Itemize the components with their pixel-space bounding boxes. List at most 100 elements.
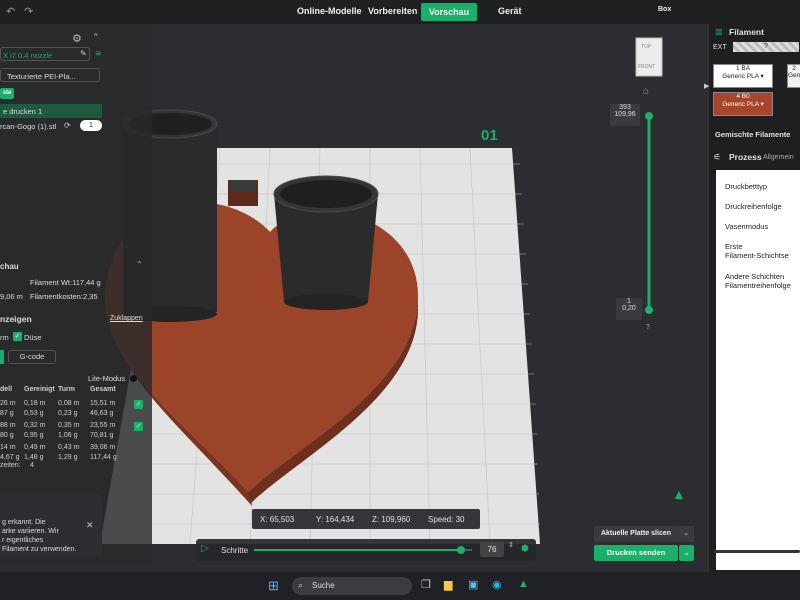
table-cell: 4,67 g xyxy=(0,454,20,461)
list-button[interactable]: ste xyxy=(0,88,14,99)
lite-mode-label: Lite-Modus xyxy=(88,374,126,383)
display-title: nzeigen xyxy=(0,314,32,324)
settings-icon[interactable]: ⟳ xyxy=(64,121,71,130)
table-cell: 0,18 m xyxy=(24,400,46,407)
help-icon[interactable]: ? xyxy=(646,324,650,331)
table-cell: 0,23 g xyxy=(58,410,78,417)
filament-cost: Filamentkosten:2,35 xyxy=(30,292,98,301)
filament-slot[interactable]: 2Generic xyxy=(787,64,800,88)
preview-title: chau xyxy=(0,262,19,271)
row-checkbox[interactable]: ✓ xyxy=(134,400,143,409)
table-header: Gesamt xyxy=(90,386,116,393)
settings-gear-icon[interactable]: ⚙ xyxy=(72,32,82,45)
search-icon: ⌕ xyxy=(298,580,304,590)
tab-indicator[interactable] xyxy=(0,350,4,364)
layer-top-height: 109,96 xyxy=(614,111,636,118)
print-dropdown-icon[interactable]: ⌄ xyxy=(679,545,694,561)
object-file-name[interactable]: rcan-Gogo (1).stl xyxy=(0,122,56,131)
play-icon[interactable]: ▷ xyxy=(201,543,209,554)
table-header: Turm xyxy=(58,386,75,393)
bambu-studio-icon[interactable]: ▲ xyxy=(518,578,529,590)
view-front-label[interactable]: FRONT xyxy=(638,64,655,70)
step-stepper-icon[interactable]: ⇕ xyxy=(508,541,514,549)
object-row-selected[interactable]: e drucken 1 xyxy=(0,104,102,118)
notice-line: r eigentliches xyxy=(2,537,44,544)
collapse-icon[interactable]: ⌃ xyxy=(136,260,143,269)
table-cell: 23,55 m xyxy=(90,422,116,429)
top-bar: ↶ ↷ Online-Modelle Vorbereiten Vorschau … xyxy=(0,0,800,24)
tab-geraet[interactable]: Gerät xyxy=(498,6,522,16)
file-explorer-icon[interactable]: ▆ xyxy=(444,578,452,591)
send-print-button[interactable]: Drucken senden xyxy=(594,545,678,561)
filament-weight: Filament Wt:117,44 g xyxy=(30,278,101,287)
expand-arrow-icon[interactable]: ▶ xyxy=(704,82,709,90)
process-tab[interactable]: Allgemein xyxy=(763,154,794,161)
nozzle-checkbox[interactable]: ✓ xyxy=(13,332,22,341)
edit-printer-icon[interactable]: ✎ xyxy=(80,49,87,58)
scrollbar[interactable] xyxy=(714,550,800,553)
box-label[interactable]: Box xyxy=(658,6,671,13)
tab-vorbereiten[interactable]: Vorbereiten xyxy=(368,6,417,16)
step-slider-fill xyxy=(254,549,462,551)
table-cell: 0,32 m xyxy=(24,422,46,429)
view-top-label[interactable]: TOP xyxy=(641,44,651,50)
store-icon[interactable]: ▣ xyxy=(468,578,478,591)
row-checkbox[interactable]: ✓ xyxy=(134,422,143,431)
shield-icon[interactable]: ⬢ xyxy=(521,543,529,554)
table-cell: 0,35 m xyxy=(58,422,80,429)
step-slider-knob[interactable] xyxy=(457,546,466,554)
task-view-icon[interactable]: ❐ xyxy=(421,578,431,591)
notice-line: arke variieren. Wir xyxy=(2,528,59,535)
redo-icon[interactable]: ↷ xyxy=(24,5,33,18)
nozzle-checkbox-label: Düse xyxy=(24,333,42,342)
filament-slot[interactable]: 1 BA Generic PLA ▾ xyxy=(713,64,773,88)
left-panel: ⚙ ⌃ X i7 0.4 nozzle ✎ ≋ Texturierte PEI-… xyxy=(0,24,152,564)
object-count-badge[interactable]: 1 xyxy=(80,120,102,131)
step-slider-track[interactable] xyxy=(254,546,472,554)
home-icon[interactable]: ⌂ xyxy=(643,86,649,97)
process-item[interactable]: Andere Schichten xyxy=(725,272,784,281)
filament-slot[interactable]: 4 B0 Generic PLA ▾ xyxy=(713,92,773,116)
process-item[interactable]: Filamentreihenfolge xyxy=(725,281,791,290)
table-cell: 14 m xyxy=(0,444,16,451)
printer-select[interactable]: X i7 0.4 nozzle xyxy=(0,47,90,61)
table-cell: 80 g xyxy=(0,432,14,439)
close-icon[interactable]: ✕ xyxy=(86,520,94,531)
tower-checkbox-label: rm xyxy=(0,333,9,342)
gcode-tab[interactable]: G-code xyxy=(8,350,56,364)
plate-type-select[interactable]: Texturierte PEI-Pla... xyxy=(0,68,100,82)
layer-top-label: 393 109,96 xyxy=(610,104,640,126)
table-header: dell xyxy=(0,386,13,393)
collapse-link[interactable]: Zuklappen xyxy=(110,315,143,322)
plate-type-value: Texturierte PEI-Pla... xyxy=(7,72,76,81)
edge-browser-icon[interactable]: ◉ xyxy=(492,578,502,591)
search-box[interactable]: ⌕ Suche xyxy=(292,577,412,595)
table-cell: 0,43 m xyxy=(58,444,80,451)
tab-online-modelle[interactable]: Online-Modelle xyxy=(297,6,362,16)
ext-slot[interactable]: ? xyxy=(733,42,799,52)
lite-mode-toggle[interactable] xyxy=(130,375,137,382)
notice-line: g erkannt. Die xyxy=(2,519,46,526)
process-item[interactable]: Druckbetttyp xyxy=(725,182,767,191)
assistant-icon[interactable]: ▲ xyxy=(672,486,686,502)
filament-length: 9,06 m xyxy=(0,292,23,301)
slice-plate-button[interactable]: Aktuelle Platte slicen xyxy=(594,526,678,542)
slice-dropdown-icon[interactable]: ⌄ xyxy=(678,526,694,542)
search-placeholder: Suche xyxy=(312,581,335,590)
windows-start-icon[interactable]: ⊞ xyxy=(268,578,279,594)
step-value[interactable]: 76 xyxy=(480,542,504,557)
layer-bottom-height: 0,20 xyxy=(622,305,636,312)
undo-icon[interactable]: ↶ xyxy=(6,5,15,18)
slot-number: 4 B0 xyxy=(736,93,750,100)
tab-vorschau[interactable]: Vorschau xyxy=(421,3,477,21)
table-cell: 0,53 g xyxy=(24,410,44,417)
table-footer-value: 4 xyxy=(30,462,34,469)
table-cell: 1,29 g xyxy=(58,454,78,461)
collapse-chevron-icon[interactable]: ⌃ xyxy=(92,32,100,43)
process-title: Prozess xyxy=(729,152,762,162)
process-item[interactable]: Vasenmodus xyxy=(725,222,768,231)
process-item[interactable]: Druckreihenfolge xyxy=(725,202,782,211)
process-item[interactable]: Filament-Schichtse xyxy=(725,251,789,260)
process-item[interactable]: Erste xyxy=(725,242,743,251)
table-cell: 46,63 g xyxy=(90,410,114,417)
